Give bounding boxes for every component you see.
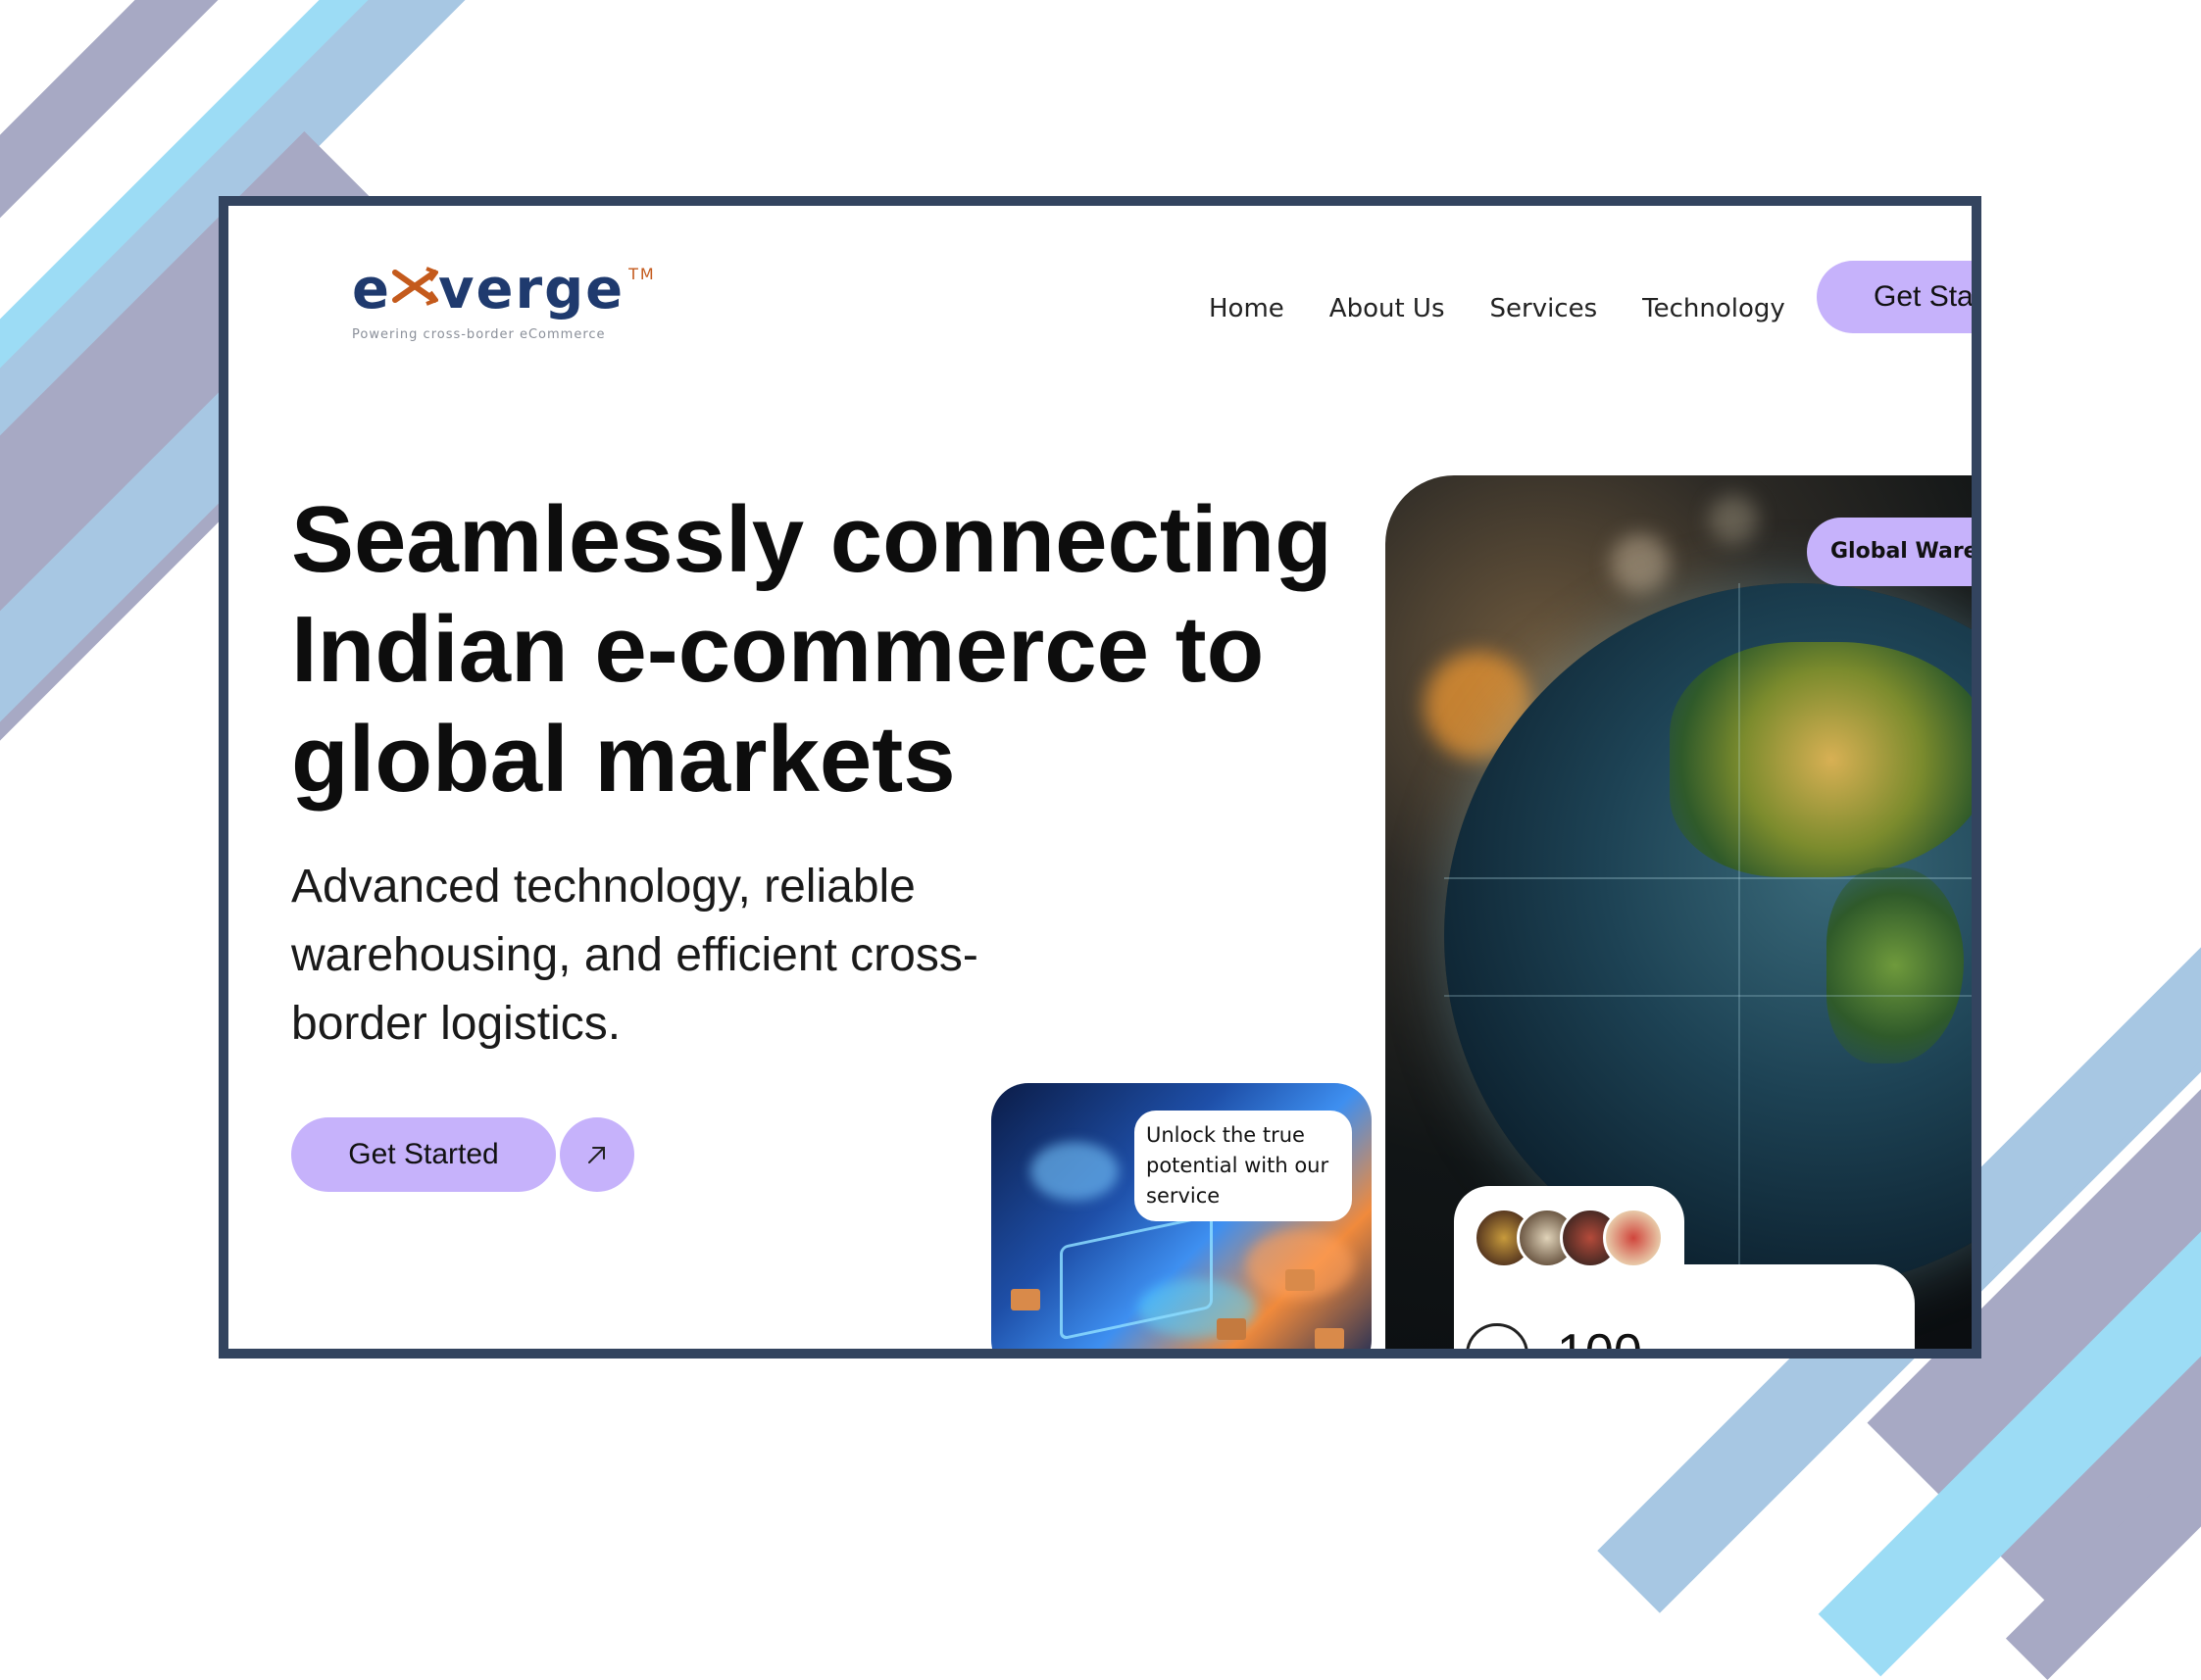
nav-home[interactable]: Home xyxy=(1209,294,1284,323)
website-page: e verge TM Powering cross-border eCommer… xyxy=(228,206,1972,1349)
nav-about-us[interactable]: About Us xyxy=(1329,294,1445,323)
logo-crossed-arrows-icon xyxy=(391,263,440,318)
get-started-button[interactable]: Get Started xyxy=(291,1117,556,1192)
service-tagline-bubble: Unlock the true potential with our servi… xyxy=(1134,1111,1352,1221)
logo-word-verge: verge xyxy=(437,258,625,321)
logo-letter-e: e xyxy=(352,258,391,321)
hero-subtitle: Advanced technology, reliable warehousin… xyxy=(291,861,978,1050)
hero-title: Seamlessly connecting Indian e-commerce … xyxy=(291,487,1332,812)
service-card-image: Unlock the true potential with our servi… xyxy=(991,1083,1372,1349)
stat-value: 100 xyxy=(1557,1323,1642,1349)
global-warehouse-tag[interactable]: Global Wareh xyxy=(1807,518,1972,586)
hero-cta-group: Get Started xyxy=(291,1117,634,1192)
logo-tagline: Powering cross-border eCommerce xyxy=(352,327,606,342)
main-nav: Home About Us Services Technology xyxy=(1209,294,1830,323)
arrow-up-right-icon[interactable] xyxy=(560,1117,634,1192)
trademark-mark: TM xyxy=(628,265,656,283)
website-screenshot-frame: e verge TM Powering cross-border eCommer… xyxy=(219,196,1981,1359)
nav-get-started-button[interactable]: Get Sta xyxy=(1817,261,1972,333)
product-avatar-handbag xyxy=(1603,1208,1664,1268)
logo-wordmark: e verge TM xyxy=(352,263,656,318)
nav-technology[interactable]: Technology xyxy=(1642,294,1785,323)
brand-logo[interactable]: e verge TM Powering cross-border eCommer… xyxy=(352,263,656,343)
nav-services[interactable]: Services xyxy=(1490,294,1598,323)
